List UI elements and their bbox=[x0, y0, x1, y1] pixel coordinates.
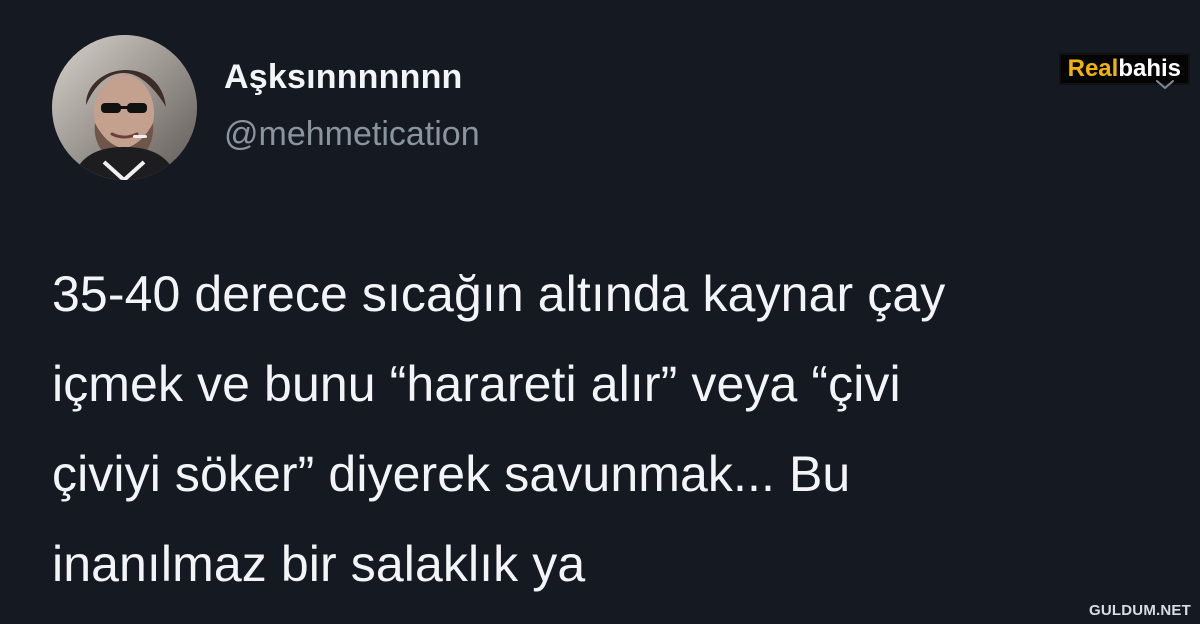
display-name[interactable]: Aşksınnnnnnn bbox=[224, 60, 463, 94]
brand-bahis-text: bahis bbox=[1118, 55, 1181, 82]
tweet-text: 35-40 derece sıcağın altında kaynar çay … bbox=[52, 266, 946, 592]
site-watermark: GULDUM.NET bbox=[1089, 602, 1191, 619]
user-handle[interactable]: @mehmetication bbox=[224, 117, 480, 151]
brand-real-text: Real bbox=[1067, 55, 1119, 82]
tweet-card: Aşksınnnnnnn @mehmetication 35-40 derece… bbox=[0, 0, 1200, 624]
profile-avatar[interactable] bbox=[52, 35, 197, 180]
chevron-down-icon[interactable] bbox=[1156, 80, 1174, 90]
